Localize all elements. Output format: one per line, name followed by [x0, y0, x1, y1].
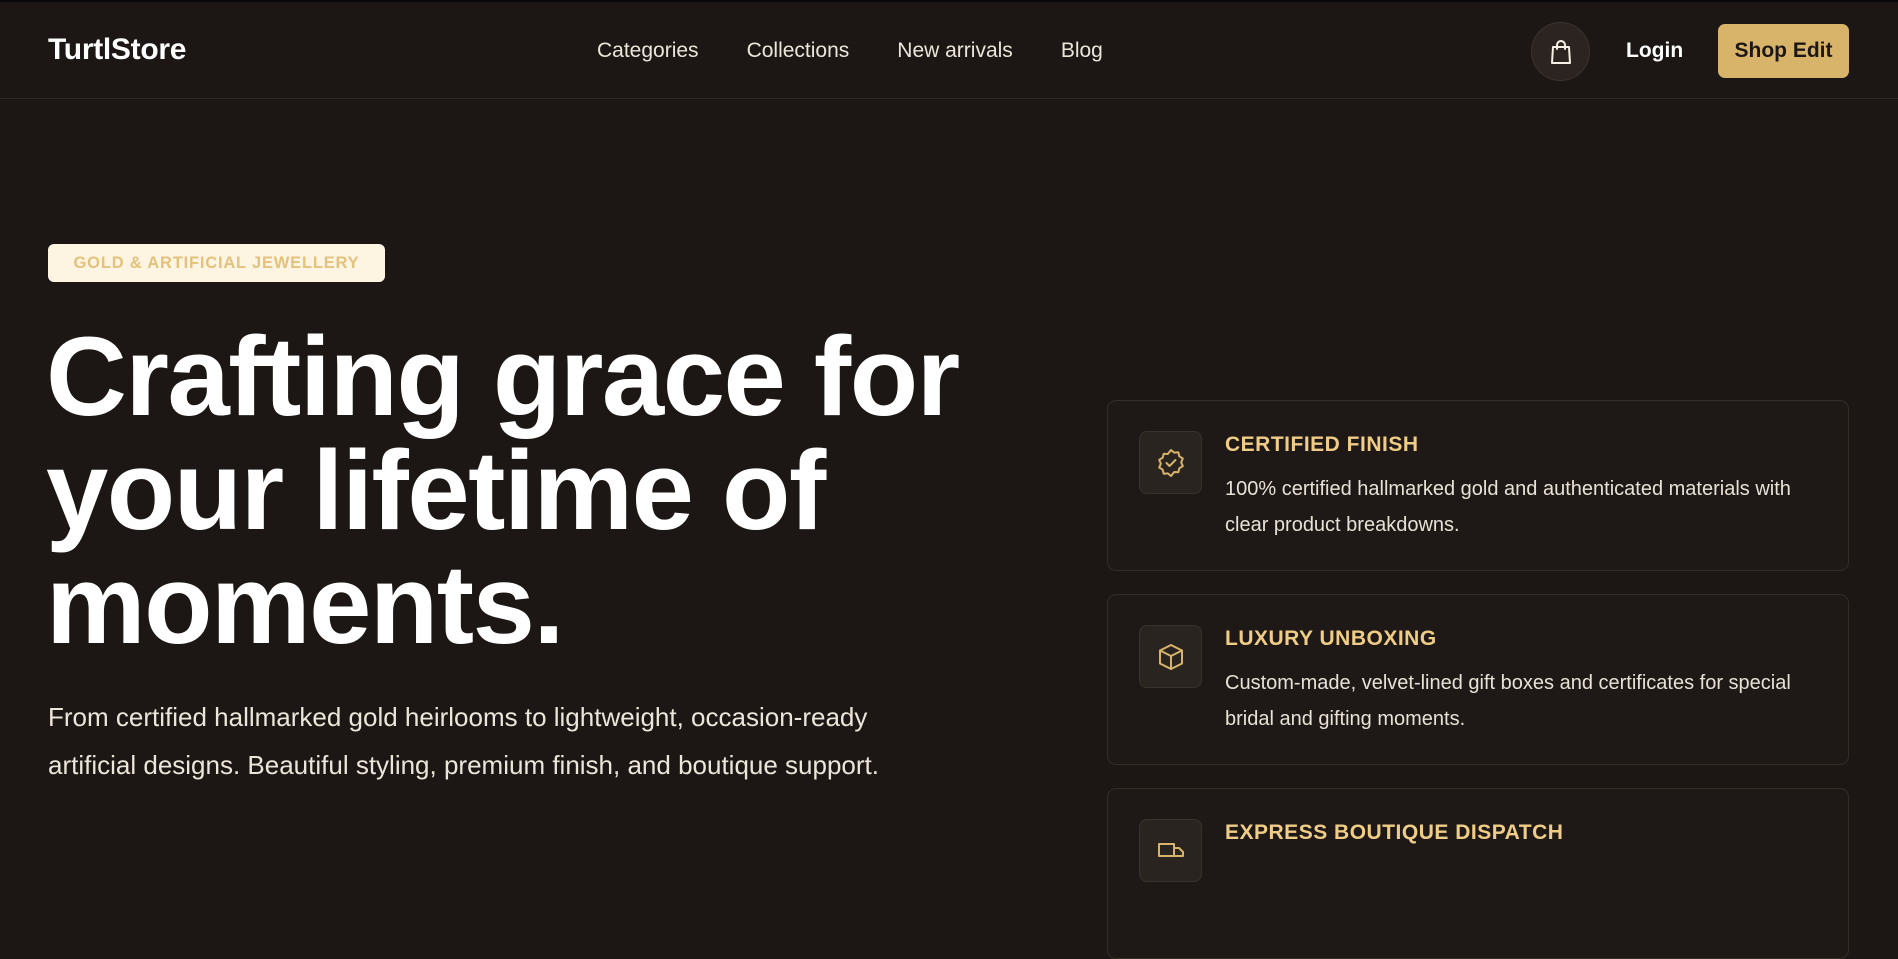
cart-button[interactable] — [1531, 22, 1590, 81]
nav-new-arrivals[interactable]: New arrivals — [897, 38, 1013, 64]
nav-blog[interactable]: Blog — [1061, 38, 1103, 64]
site-logo[interactable]: TurtlStore — [48, 33, 186, 67]
feature-card-dispatch: EXPRESS BOUTIQUE DISPATCH — [1107, 788, 1849, 959]
feature-card-unboxing: LUXURY UNBOXING Custom-made, velvet-line… — [1107, 594, 1849, 765]
hero-lead: From certified hallmarked gold heirlooms… — [48, 702, 879, 780]
card-icon-box — [1139, 819, 1202, 882]
feature-title: EXPRESS BOUTIQUE DISPATCH — [1225, 821, 1564, 844]
card-icon-box — [1139, 431, 1202, 494]
certified-badge-icon — [1157, 448, 1184, 477]
card-icon-box — [1139, 625, 1202, 688]
feature-title: LUXURY UNBOXING — [1225, 627, 1437, 650]
main-nav: Categories Collections New arrivals Blog — [597, 38, 1151, 64]
shop-edit-button[interactable]: Shop Edit — [1718, 24, 1849, 78]
login-link[interactable]: Login — [1626, 38, 1683, 64]
feature-description: Custom-made, velvet-lined gift boxes and… — [1225, 672, 1791, 730]
feature-description: 100% certified hallmarked gold and authe… — [1225, 478, 1791, 536]
category-badge: GOLD & ARTIFICIAL JEWELLERY — [48, 244, 385, 282]
nav-categories[interactable]: Categories — [597, 38, 699, 64]
box-icon — [1158, 643, 1183, 670]
feature-title: CERTIFIED FINISH — [1225, 433, 1419, 456]
feature-card-certified: CERTIFIED FINISH 100% certified hallmark… — [1107, 400, 1849, 571]
site-header: TurtlStore Categories Collections New ar… — [0, 2, 1898, 99]
hero-title: Crafting grace for your lifetime of mome… — [46, 314, 960, 667]
nav-collections[interactable]: Collections — [747, 38, 850, 64]
truck-icon — [1157, 842, 1184, 857]
shopping-bag-icon — [1550, 39, 1571, 64]
